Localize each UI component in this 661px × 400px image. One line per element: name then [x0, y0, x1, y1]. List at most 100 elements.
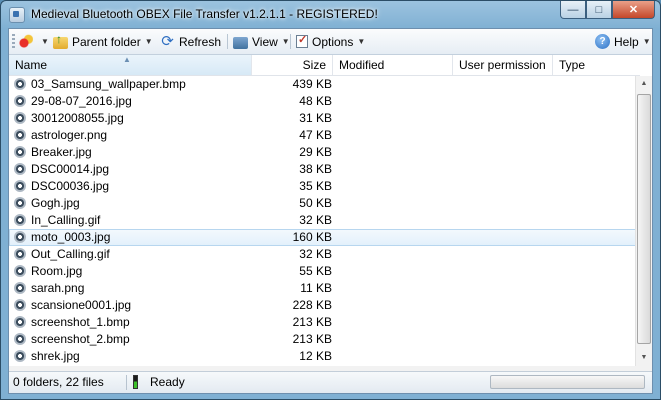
column-header-type[interactable]: Type [553, 55, 640, 75]
caption-buttons: — □ ✕ [560, 1, 655, 20]
file-size: 11 KB [300, 281, 332, 295]
scroll-up-button[interactable]: ▲ [637, 76, 651, 92]
file-name: scansione0001.jpg [31, 298, 132, 312]
file-name: Out_Calling.gif [31, 247, 110, 261]
file-row[interactable]: 30012008055.jpg 31 KB [9, 110, 640, 127]
file-size: 32 KB [299, 213, 332, 227]
file-name: Room.jpg [31, 264, 83, 278]
file-row[interactable]: DSC00036.jpg 35 KB [9, 178, 640, 195]
file-name: 03_Samsung_wallpaper.bmp [31, 77, 186, 91]
parent-folder-label: Parent folder [72, 34, 141, 49]
file-row[interactable]: screenshot_1.bmp 213 KB [9, 314, 640, 331]
file-row[interactable]: Room.jpg 55 KB [9, 263, 640, 280]
connect-icon [18, 34, 33, 49]
file-row[interactable]: Gogh.jpg 50 KB [9, 195, 640, 212]
column-header-name-label: Name [15, 58, 48, 72]
help-button[interactable]: ? Help ▼ [595, 32, 651, 51]
toolbar-grip[interactable] [12, 34, 15, 49]
file-row[interactable]: Breaker.jpg 29 KB [9, 144, 640, 161]
file-count-status: 0 folders, 22 files [13, 375, 104, 389]
help-label: Help [614, 34, 639, 49]
file-size: 439 KB [292, 77, 332, 91]
vertical-scrollbar[interactable]: ▲ ▼ [635, 76, 652, 366]
ready-status: Ready [150, 375, 185, 389]
file-size: 12 KB [299, 349, 332, 363]
chevron-down-icon: ▼ [357, 37, 366, 46]
file-disc-icon [14, 78, 26, 90]
file-row[interactable]: astrologer.png 47 KB [9, 127, 640, 144]
file-name: DSC00036.jpg [31, 179, 110, 193]
column-header-modified-label: Modified [339, 58, 385, 72]
column-header-modified[interactable]: Modified [333, 55, 453, 75]
file-row[interactable]: 29-08-07_2016.jpg 48 KB [9, 93, 640, 110]
file-disc-icon [14, 95, 26, 107]
file-row[interactable]: Out_Calling.gif 32 KB [9, 246, 640, 263]
file-disc-icon [14, 146, 26, 158]
file-disc-icon [14, 350, 26, 362]
connect-button[interactable]: ▼ [18, 32, 49, 51]
file-name: screenshot_2.bmp [31, 332, 130, 346]
sort-ascending-icon: ▲ [123, 55, 131, 64]
scroll-thumb[interactable] [637, 94, 651, 344]
chevron-down-icon[interactable]: ▼ [145, 37, 153, 46]
file-name: moto_0003.jpg [31, 230, 111, 244]
refresh-button[interactable]: ⟳ Refresh [160, 32, 221, 51]
minimize-button[interactable]: — [560, 1, 586, 19]
bluetooth-app-icon[interactable] [9, 7, 25, 23]
file-row[interactable]: 03_Samsung_wallpaper.bmp 439 KB [9, 76, 640, 93]
file-disc-icon [14, 214, 26, 226]
file-name: shrek.jpg [31, 349, 80, 363]
close-button[interactable]: ✕ [612, 1, 655, 19]
file-row[interactable]: screenshot_2.bmp 213 KB [9, 331, 640, 348]
file-size: 29 KB [299, 145, 332, 159]
file-disc-icon [14, 248, 26, 260]
column-header-size[interactable]: Size [252, 55, 333, 75]
list-header: ▲ Name Size Modified User permission Typ… [9, 55, 640, 76]
options-checkbox-icon [296, 33, 308, 48]
options-label: Options [312, 34, 354, 49]
file-row[interactable]: DSC00014.jpg 38 KB [9, 161, 640, 178]
file-row[interactable]: shrek.jpg 12 KB [9, 348, 640, 365]
file-disc-icon [14, 231, 26, 243]
file-name: screenshot_1.bmp [31, 315, 130, 329]
file-row[interactable]: In_Calling.gif 32 KB [9, 212, 640, 229]
file-disc-icon [14, 316, 26, 328]
file-name: DSC00014.jpg [31, 162, 110, 176]
refresh-label: Refresh [179, 34, 222, 49]
file-size: 31 KB [299, 111, 332, 125]
maximize-button[interactable]: □ [586, 1, 612, 19]
file-disc-icon [14, 265, 26, 277]
file-row[interactable]: sarah.png 11 KB [9, 280, 640, 297]
file-disc-icon [14, 197, 26, 209]
status-bar: 0 folders, 22 files Ready [9, 371, 652, 393]
window-title: Medieval Bluetooth OBEX File Transfer v1… [31, 7, 378, 21]
chevron-down-icon[interactable]: ▼ [41, 37, 49, 46]
column-header-user-permission[interactable]: User permission [453, 55, 553, 75]
file-row[interactable]: moto_0003.jpg 160 KB [9, 229, 640, 246]
options-button[interactable]: Options ▼ [296, 32, 365, 51]
file-name: 30012008055.jpg [31, 111, 124, 125]
file-name: astrologer.png [31, 128, 108, 142]
file-size: 35 KB [299, 179, 332, 193]
title-bar[interactable]: Medieval Bluetooth OBEX File Transfer v1… [1, 1, 660, 28]
status-divider [126, 375, 127, 390]
file-name: sarah.png [31, 281, 85, 295]
file-row[interactable]: scansione0001.jpg 228 KB [9, 297, 640, 314]
file-disc-icon [14, 180, 26, 192]
file-disc-icon [14, 299, 26, 311]
view-button[interactable]: View ▼ [233, 32, 290, 51]
scroll-down-button[interactable]: ▼ [637, 350, 651, 366]
column-header-name[interactable]: ▲ Name [9, 55, 252, 75]
file-size: 213 KB [292, 315, 332, 329]
file-disc-icon [14, 163, 26, 175]
chevron-down-icon: ▼ [642, 37, 651, 46]
ready-indicator-icon [133, 375, 138, 389]
file-list[interactable]: 03_Samsung_wallpaper.bmp 439 KB 29-08-07_2… [9, 76, 640, 366]
app-window: Medieval Bluetooth OBEX File Transfer v1… [0, 0, 661, 400]
file-disc-icon [14, 333, 26, 345]
parent-folder-button[interactable]: Parent folder ▼ [53, 32, 153, 51]
transfer-progress-bar [490, 375, 645, 389]
toolbar: ▼ Parent folder ▼ ⟳ Refresh View ▼ Optio… [9, 29, 652, 55]
file-name: Breaker.jpg [31, 145, 92, 159]
file-size: 38 KB [299, 162, 332, 176]
